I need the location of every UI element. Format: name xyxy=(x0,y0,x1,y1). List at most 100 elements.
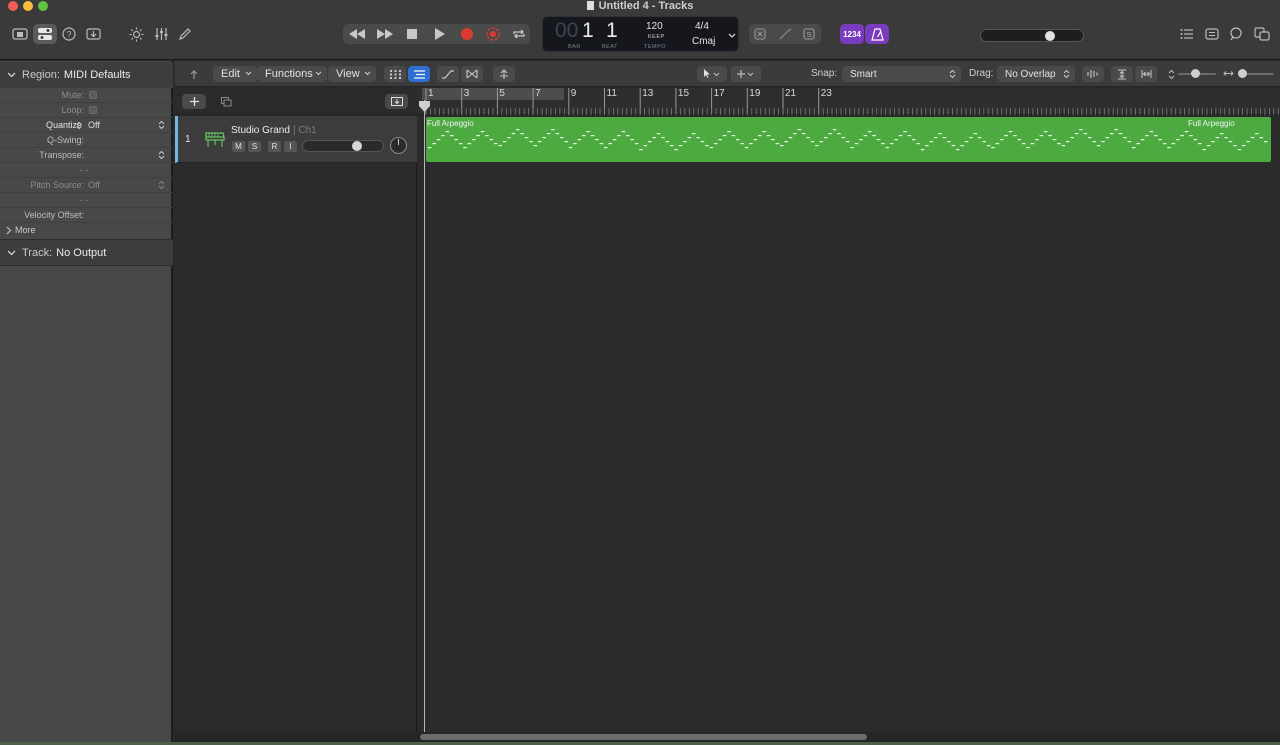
horizontal-scrollbar[interactable] xyxy=(420,734,867,740)
tuner-button[interactable] xyxy=(775,24,795,44)
go-up-button[interactable] xyxy=(184,66,204,82)
vertical-zoom-slider[interactable] xyxy=(1178,69,1216,78)
duplicate-track-button[interactable] xyxy=(215,94,237,109)
record-enable-button[interactable]: R xyxy=(268,141,281,152)
midi-region-full-arpeggio[interactable]: Full Arpeggio Full Arpeggio xyxy=(426,117,1271,162)
cycle-icon xyxy=(513,29,525,39)
region-header-label: Region: xyxy=(22,69,60,81)
midi-note xyxy=(502,141,507,143)
mixer-button[interactable] xyxy=(151,24,171,44)
inspector-row-quantize[interactable]: Quantize Off xyxy=(0,118,173,133)
capture-record-button[interactable] xyxy=(482,24,504,44)
midi-note xyxy=(1132,147,1136,149)
editors-button[interactable] xyxy=(175,24,195,44)
left-click-tool-menu[interactable] xyxy=(697,66,727,82)
flex-icon xyxy=(466,69,478,79)
vertical-zoom-knob[interactable] xyxy=(1191,69,1200,78)
bar-ruler[interactable]: 1 3 5 7 9 11 13 15 17 19 21 23 xyxy=(418,88,1280,115)
midi-note xyxy=(586,131,590,133)
solo-button[interactable]: S xyxy=(248,141,261,152)
playhead[interactable] xyxy=(424,100,425,732)
pitch-source-popup-icon[interactable] xyxy=(158,180,165,190)
inspector-row-pitch-source[interactable]: Pitch Source: Off xyxy=(0,178,173,193)
midi-note xyxy=(951,145,956,147)
tracks-workspace[interactable] xyxy=(418,116,1280,732)
midi-note xyxy=(854,143,859,145)
play-button[interactable] xyxy=(429,24,451,44)
transpose-stepper-icon[interactable] xyxy=(158,150,165,160)
waveform-zoom-button[interactable] xyxy=(1082,66,1104,82)
quantize-popup-icon[interactable] xyxy=(158,120,165,130)
loop-checkbox[interactable] xyxy=(89,106,97,114)
list-editors-button[interactable] xyxy=(1177,24,1197,44)
loop-browser-button[interactable] xyxy=(1226,24,1246,44)
midi-note xyxy=(973,133,978,135)
inspector-row-velocity-offset[interactable]: Velocity Offset: xyxy=(0,208,173,223)
midi-note xyxy=(683,141,687,143)
track-volume-slider[interactable] xyxy=(302,140,384,152)
record-icon xyxy=(461,28,473,40)
midi-note xyxy=(1167,147,1171,149)
quantize-stepper-icon[interactable] xyxy=(76,121,82,130)
snap-select[interactable]: Smart xyxy=(842,66,961,82)
inspector-row-transpose[interactable]: Transpose: xyxy=(0,148,173,163)
region-inspector-header[interactable]: Region: MIDI Defaults xyxy=(0,62,173,88)
midi-note xyxy=(982,141,986,143)
pan-knob[interactable] xyxy=(390,137,407,154)
midi-note xyxy=(771,139,775,141)
cycle-button[interactable] xyxy=(508,24,530,44)
master-volume-slider[interactable] xyxy=(980,29,1084,42)
mute-checkbox[interactable] xyxy=(89,91,97,99)
drag-select[interactable]: No Overlap xyxy=(997,66,1075,82)
low-latency-button[interactable] xyxy=(750,24,770,44)
solo-mode-button[interactable]: S xyxy=(799,24,819,44)
download-button[interactable] xyxy=(83,24,103,44)
inspector-button[interactable] xyxy=(33,24,57,44)
metronome-button[interactable] xyxy=(865,24,889,44)
track-inspector-header[interactable]: Track: No Output xyxy=(0,239,173,266)
horizontal-auto-zoom-button[interactable] xyxy=(1135,66,1157,82)
inspector-row-q-swing[interactable]: Q-Swing: xyxy=(0,133,173,148)
playhead-handle-icon[interactable] xyxy=(418,100,431,113)
lcd-menu-chevron-icon[interactable] xyxy=(728,30,736,42)
midi-note xyxy=(546,133,551,135)
count-in-button[interactable]: 1234 xyxy=(840,24,864,44)
track-header-area xyxy=(175,61,417,745)
global-tracks-button[interactable] xyxy=(385,94,408,109)
master-volume-knob[interactable] xyxy=(1045,31,1056,41)
fast-forward-button[interactable] xyxy=(373,24,397,44)
horizontal-zoom-slider[interactable] xyxy=(1238,69,1274,78)
notepad-button[interactable] xyxy=(1202,24,1222,44)
midi-note xyxy=(476,135,480,137)
rewind-button[interactable] xyxy=(345,24,369,44)
track-volume-knob[interactable] xyxy=(352,141,362,151)
midi-note xyxy=(463,147,467,149)
lcd-display[interactable]: 00 1 1 BAR BEAT 120 KEEP TEMPO 4/4 Cmaj xyxy=(542,16,739,52)
add-track-button[interactable] xyxy=(182,94,206,109)
command-click-tool-menu[interactable] xyxy=(731,66,761,82)
stop-button[interactable] xyxy=(401,24,423,44)
brightness-button[interactable] xyxy=(126,24,146,44)
midi-note xyxy=(1233,145,1237,147)
grid-view-button[interactable] xyxy=(384,66,406,82)
view-menu[interactable]: View xyxy=(328,66,376,82)
horizontal-zoom-knob[interactable] xyxy=(1238,69,1247,78)
quick-help-button[interactable]: ? xyxy=(59,24,79,44)
inspector-row-more[interactable]: More xyxy=(0,223,173,238)
mute-button[interactable]: M xyxy=(232,141,245,152)
vertical-auto-zoom-button[interactable] xyxy=(1111,66,1133,82)
edit-menu[interactable]: Edit xyxy=(213,66,257,82)
record-button[interactable] xyxy=(456,24,478,44)
catch-button[interactable] xyxy=(493,66,515,82)
ruler-bar-1: 1 xyxy=(428,88,434,99)
automation-button[interactable] xyxy=(437,66,459,82)
select-stepper-icon xyxy=(949,69,956,79)
flex-button[interactable] xyxy=(461,66,483,82)
list-view-button[interactable] xyxy=(408,66,430,82)
track-header-studio-grand[interactable]: 1 Studio Grand | Ch1 M S R I xyxy=(175,116,417,163)
input-monitoring-button[interactable]: I xyxy=(284,141,297,152)
library-button[interactable] xyxy=(9,24,31,44)
functions-menu[interactable]: Functions xyxy=(257,66,327,82)
midi-note xyxy=(991,147,995,149)
browser-button[interactable] xyxy=(1251,24,1273,44)
